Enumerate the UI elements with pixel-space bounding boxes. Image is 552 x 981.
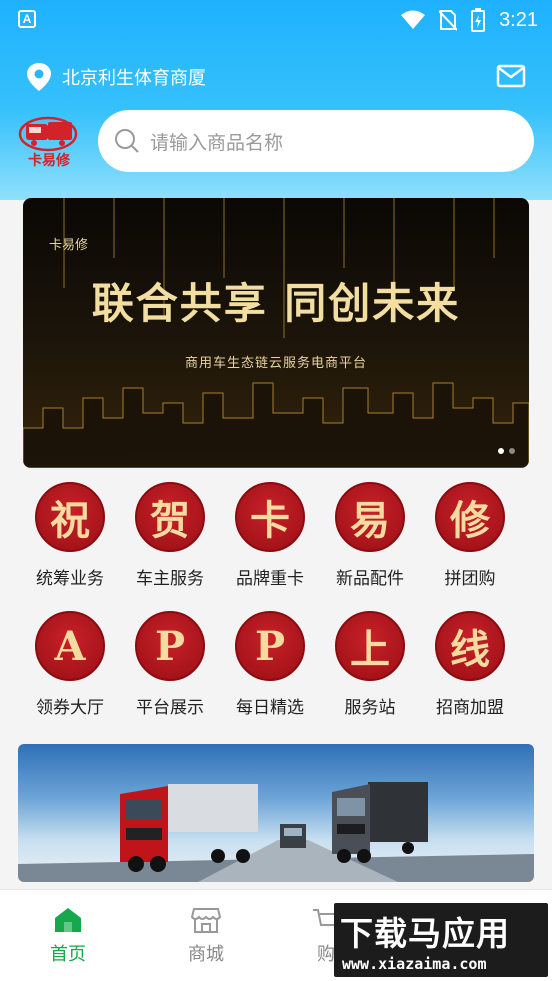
tab-store[interactable]: 商城 [156,906,256,966]
mail-icon[interactable] [496,64,526,88]
grid-label: 拼团购 [444,569,496,589]
grid-icon: 易 [335,482,405,552]
banner-title: 联合共享 同创未来 [91,279,461,328]
banner-brand: 卡易修 [49,238,89,253]
watermark-logo: 下载马应用 www.xiazaima.com [334,903,548,977]
grid-label: 领券大厅 [36,698,104,718]
grid-item-chezhu[interactable]: 贺 车主服务 [120,482,220,589]
grid-item-fuwuzhan[interactable]: 上 服务站 [320,611,420,718]
app-notification-icon: A [18,10,36,28]
grid-icon: 祝 [35,482,105,552]
tab-label: 商城 [188,944,224,965]
grid-icon: 线 [435,611,505,681]
store-icon [191,908,221,933]
tab-label: 首页 [50,944,86,965]
grid-icon: 卡 [235,482,305,552]
grid-item-pintuan[interactable]: 修 拼团购 [420,482,520,589]
carousel-dot[interactable] [498,448,504,454]
service-grid: 祝 统筹业务 贺 车主服务 卡 品牌重卡 易 新品配件 修 拼团购 A 领券大厅… [20,482,532,718]
battery-charging-icon [471,8,486,32]
grid-icon: A [35,611,105,681]
truck-banner[interactable] [18,744,534,882]
promo-banner[interactable]: 卡易修 联合共享 同创未来 商用车生态链云服务电商平台 [23,198,529,468]
home-icon [55,908,81,932]
trucks-image [18,782,534,882]
grid-item-tongchou[interactable]: 祝 统筹业务 [20,482,120,589]
search-input[interactable]: 请输入商品名称 [98,110,534,172]
grid-label: 统筹业务 [36,569,104,589]
grid-label: 车主服务 [136,569,204,589]
grid-icon: 贺 [135,482,205,552]
location-pin-icon [27,63,51,91]
location-selector[interactable]: 北京利生体育商厦 [26,62,206,92]
grid-item-pinpai[interactable]: 卡 品牌重卡 [220,482,320,589]
location-text: 北京利生体育商厦 [62,68,206,89]
status-bar: A 3:21 [0,0,552,40]
watermark-main-text: 下载马应用 [340,914,510,953]
grid-label: 平台展示 [136,698,204,718]
grid-item-meiri[interactable]: P 每日精选 [220,611,320,718]
logo-text: 卡易修 [28,153,70,169]
search-placeholder: 请输入商品名称 [150,131,284,154]
grid-icon: 上 [335,611,405,681]
grid-label: 服务站 [344,698,396,718]
status-time: 3:21 [499,8,538,31]
grid-item-lingquan[interactable]: A 领券大厅 [20,611,120,718]
tab-home[interactable]: 首页 [18,906,118,966]
grid-item-pingtai[interactable]: P 平台展示 [120,611,220,718]
grid-item-xinpin[interactable]: 易 新品配件 [320,482,420,589]
watermark-url: www.xiazaima.com [342,955,487,973]
grid-icon: P [235,611,305,681]
carousel-indicator [498,448,515,454]
grid-icon: 修 [435,482,505,552]
grid-label: 每日精选 [236,698,304,718]
grid-label: 招商加盟 [436,698,504,718]
search-icon [115,129,139,153]
grid-icon: P [135,611,205,681]
grid-label: 新品配件 [336,569,404,589]
carousel-dot[interactable] [509,448,515,454]
grid-item-zhaoshang[interactable]: 线 招商加盟 [420,611,520,718]
tab-label: 购 [317,944,335,965]
wifi-icon [401,10,426,29]
city-skyline-image [23,198,529,468]
banner-subtitle: 商用车生态链云服务电商平台 [184,356,367,371]
no-sim-icon [439,10,458,31]
grid-label: 品牌重卡 [236,569,304,589]
